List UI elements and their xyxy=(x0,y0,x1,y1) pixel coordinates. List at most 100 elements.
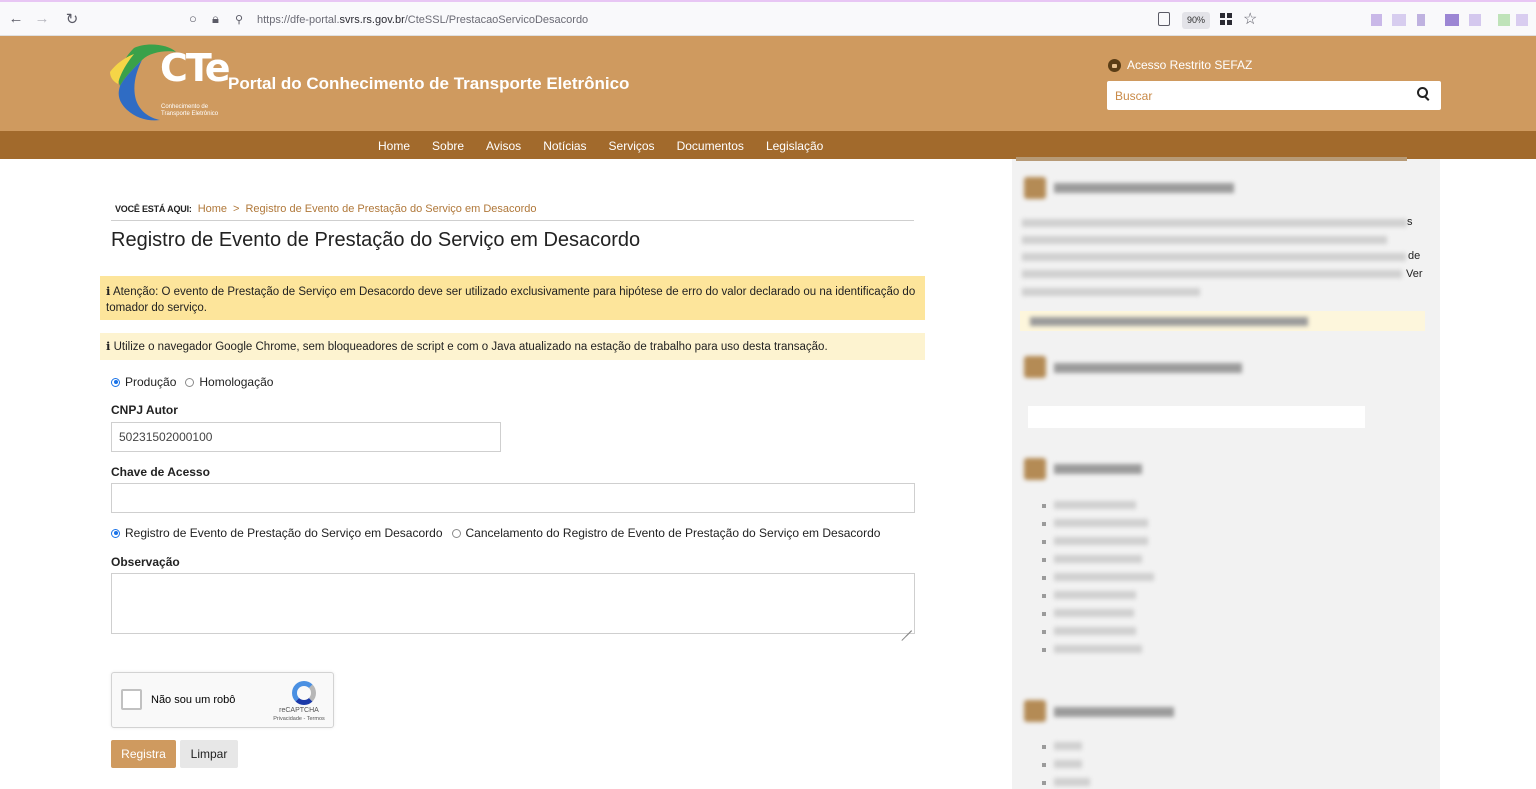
logo-subtitle: Conhecimento de Transporte Eletrônico xyxy=(161,104,219,117)
sidebar-text-line xyxy=(1022,236,1387,244)
list-bullet xyxy=(1042,648,1046,652)
sidebar-section-icon xyxy=(1024,700,1046,722)
extension-icon[interactable] xyxy=(1516,14,1528,26)
recaptcha-widget: Não sou um robô reCAPTCHA Privacidade - … xyxy=(111,672,334,728)
logo-text: CTe xyxy=(160,46,231,90)
bookmark-star-icon[interactable]: ☆ xyxy=(1243,9,1257,29)
reader-view-icon[interactable] xyxy=(1158,12,1170,26)
breadcrumb: VOCÊ ESTÁ AQUI: Home > Registro de Event… xyxy=(115,203,537,215)
limpar-button[interactable]: Limpar xyxy=(180,740,238,768)
site-search xyxy=(1107,81,1441,110)
recaptcha-label: Não sou um robô xyxy=(151,694,236,706)
radio-registro[interactable] xyxy=(111,528,120,538)
chave-acesso-input[interactable] xyxy=(111,483,915,513)
browser-toolbar: ← → ↻ ○ 🔒︎ ⚲ https://dfe-portal.svrs.rs.… xyxy=(0,0,1536,36)
observacao-label: Observação xyxy=(111,555,180,569)
sidebar-link[interactable] xyxy=(1054,645,1142,653)
extension-icon[interactable] xyxy=(1417,14,1425,26)
recaptcha-checkbox[interactable] xyxy=(121,689,142,710)
sidebar-text-fragment: de xyxy=(1408,250,1421,262)
resize-handle-icon[interactable] xyxy=(900,619,912,631)
warning-alert: i Atenção: O evento de Prestação de Serv… xyxy=(100,276,925,320)
back-icon[interactable]: ← xyxy=(6,10,26,27)
sidebar-link[interactable] xyxy=(1054,501,1136,509)
sidebar-link[interactable] xyxy=(1054,591,1136,599)
forward-icon[interactable]: → xyxy=(32,10,52,27)
sidebar-link[interactable] xyxy=(1054,627,1136,635)
zoom-badge[interactable]: 90% xyxy=(1182,12,1210,29)
cnpj-input[interactable] xyxy=(111,422,501,452)
lock-icon[interactable]: 🔒︎ xyxy=(212,11,219,27)
sidebar-search[interactable] xyxy=(1028,406,1365,428)
registra-button[interactable]: Registra xyxy=(111,740,176,768)
recaptcha-logo-icon xyxy=(292,681,316,705)
search-icon[interactable] xyxy=(1417,87,1431,103)
sidebar-heading xyxy=(1054,707,1174,717)
sidebar-link[interactable] xyxy=(1054,742,1082,750)
extension-icon[interactable] xyxy=(1392,14,1406,26)
sidebar-section-icon xyxy=(1024,356,1046,378)
breadcrumb-current[interactable]: Registro de Evento de Prestação do Servi… xyxy=(245,203,536,215)
recaptcha-brand: reCAPTCHA xyxy=(279,707,319,714)
nav-item-documentos[interactable]: Documentos xyxy=(677,139,744,153)
list-bullet xyxy=(1042,558,1046,562)
sidebar-link[interactable] xyxy=(1054,609,1134,617)
sidebar-heading xyxy=(1054,363,1242,373)
title-divider xyxy=(111,220,914,221)
page-title: Registro de Evento de Prestação do Servi… xyxy=(111,229,641,251)
portal-title[interactable]: Portal do Conhecimento de Transporte Ele… xyxy=(228,74,629,94)
extension-icon[interactable] xyxy=(1498,14,1510,26)
sidebar-link[interactable] xyxy=(1054,778,1090,786)
radio-homologacao[interactable] xyxy=(185,377,195,387)
lock-icon xyxy=(1108,58,1121,72)
breadcrumb-home-link[interactable]: Home xyxy=(198,203,227,215)
sidebar-divider xyxy=(1016,157,1407,161)
sidebar-text-fragment: s xyxy=(1407,216,1413,228)
cnpj-label: CNPJ Autor xyxy=(111,403,178,417)
list-bullet xyxy=(1042,576,1046,580)
sidebar-notice-text xyxy=(1030,317,1308,326)
sidebar-text-line xyxy=(1022,219,1407,227)
permissions-icon[interactable]: ⚲ xyxy=(235,13,243,26)
sidebar-heading xyxy=(1054,183,1234,193)
reload-icon[interactable]: ↻ xyxy=(62,10,82,28)
sidebar-link[interactable] xyxy=(1054,519,1148,527)
sidebar-text-line xyxy=(1022,270,1402,278)
info-icon: i xyxy=(106,284,111,298)
sidebar-text-line xyxy=(1022,288,1200,296)
sidebar-link[interactable] xyxy=(1054,537,1148,545)
radio-producao[interactable] xyxy=(111,377,120,387)
sidebar-link[interactable] xyxy=(1054,760,1082,768)
nav-item-legislacao[interactable]: Legislação xyxy=(766,139,823,153)
event-type-radio-group: Registro de Evento de Prestação do Servi… xyxy=(111,526,884,540)
extension-icon[interactable] xyxy=(1469,14,1481,26)
list-bullet xyxy=(1042,540,1046,544)
sidebar-link[interactable] xyxy=(1054,573,1154,581)
list-bullet xyxy=(1042,594,1046,598)
sidebar-link[interactable]: Ver xyxy=(1406,268,1423,280)
extension-icon[interactable] xyxy=(1371,14,1382,26)
recaptcha-links[interactable]: Privacidade - Termos xyxy=(264,716,334,722)
sidebar-section-icon xyxy=(1024,458,1046,480)
address-bar[interactable]: https://dfe-portal.svrs.rs.gov.br/CteSSL… xyxy=(257,14,588,26)
radio-cancelamento[interactable] xyxy=(451,528,461,538)
qr-code-icon[interactable] xyxy=(1220,13,1233,26)
restricted-access-link[interactable]: Acesso Restrito SEFAZ xyxy=(1108,58,1252,72)
search-input[interactable] xyxy=(1107,81,1397,110)
main-nav: Home Sobre Avisos Notícias Serviços Docu… xyxy=(0,131,1536,159)
sidebar-section-icon xyxy=(1024,177,1046,199)
sidebar-link[interactable] xyxy=(1054,555,1142,563)
shield-icon[interactable]: ○ xyxy=(189,11,197,26)
nav-item-home[interactable]: Home xyxy=(378,139,410,153)
browser-info-alert: i Utilize o navegador Google Chrome, sem… xyxy=(100,333,925,360)
nav-item-sobre[interactable]: Sobre xyxy=(432,139,464,153)
nav-item-servicos[interactable]: Serviços xyxy=(609,139,655,153)
list-bullet xyxy=(1042,504,1046,508)
sidebar-text-line xyxy=(1022,253,1406,261)
nav-item-avisos[interactable]: Avisos xyxy=(486,139,521,153)
list-bullet xyxy=(1042,763,1046,767)
nav-item-noticias[interactable]: Notícias xyxy=(543,139,586,153)
extension-icon[interactable] xyxy=(1445,14,1459,26)
list-bullet xyxy=(1042,522,1046,526)
observacao-textarea[interactable] xyxy=(111,573,915,634)
